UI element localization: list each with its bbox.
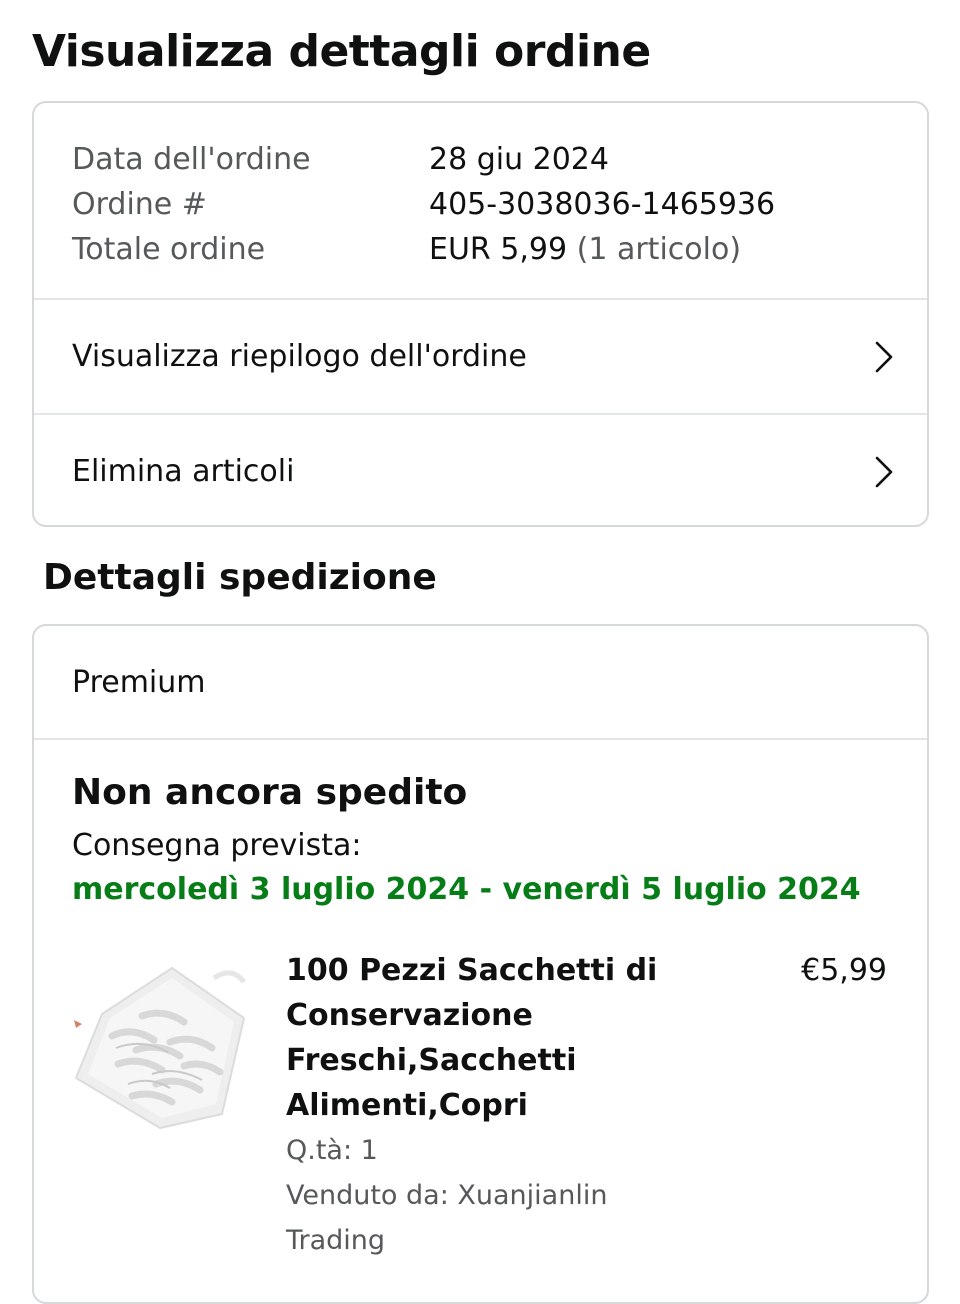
order-item: 100 Pezzi Sacchetti di Conservazione Fre… (72, 948, 889, 1256)
view-order-summary-link[interactable]: Visualizza riepilogo dell'ordine (34, 300, 927, 413)
shipping-type: Premium (72, 664, 206, 700)
product-bag-image[interactable] (72, 956, 247, 1131)
item-info: 100 Pezzi Sacchetti di Conservazione Fre… (286, 948, 686, 1263)
chevron-right-icon (875, 341, 893, 372)
order-total-amount: EUR 5,99 (429, 232, 568, 267)
item-title-link[interactable]: 100 Pezzi Sacchetti di Conservazione Fre… (286, 948, 686, 1128)
item-seller: Venduto da: Xuanjianlin Trading (286, 1180, 608, 1256)
shipping-details-title: Dettagli spedizione (43, 557, 437, 598)
view-order-summary-label: Visualizza riepilogo dell'ordine (72, 339, 527, 374)
remove-items-link[interactable]: Elimina articoli (34, 415, 927, 528)
order-total-row: Totale ordine EUR 5,99 (1 articolo) (72, 227, 889, 272)
page-title: Visualizza dettagli ordine (32, 26, 651, 77)
delivery-estimate-date: mercoledì 3 luglio 2024 - venerdì 5 lugl… (72, 872, 861, 907)
order-date-label: Data dell'ordine (72, 142, 311, 177)
shipment-body: Non ancora spedito Consegna prevista: me… (34, 740, 927, 1256)
item-price: €5,99 (801, 953, 887, 988)
shipment-status: Non ancora spedito (72, 772, 468, 813)
delivery-estimate-label: Consegna prevista: (72, 828, 362, 863)
order-number-row: Ordine # 405-3038036-1465936 (72, 182, 889, 227)
remove-items-label: Elimina articoli (72, 454, 295, 489)
chevron-right-icon (875, 456, 893, 487)
item-quantity: Q.tà: 1 (286, 1135, 378, 1166)
order-date-row: Data dell'ordine 28 giu 2024 (72, 137, 889, 182)
order-info-card: Data dell'ordine 28 giu 2024 Ordine # 40… (32, 101, 929, 527)
shipment-card: Premium Non ancora spedito Consegna prev… (32, 624, 929, 1304)
order-number-label: Ordine # (72, 187, 207, 222)
order-date-value: 28 giu 2024 (429, 142, 609, 177)
order-info-block: Data dell'ordine 28 giu 2024 Ordine # 40… (34, 103, 927, 298)
order-total-value: EUR 5,99 (1 articolo) (429, 227, 741, 272)
order-number-value: 405-3038036-1465936 (429, 187, 776, 222)
order-total-label: Totale ordine (72, 232, 266, 267)
order-total-items: (1 articolo) (576, 232, 742, 267)
